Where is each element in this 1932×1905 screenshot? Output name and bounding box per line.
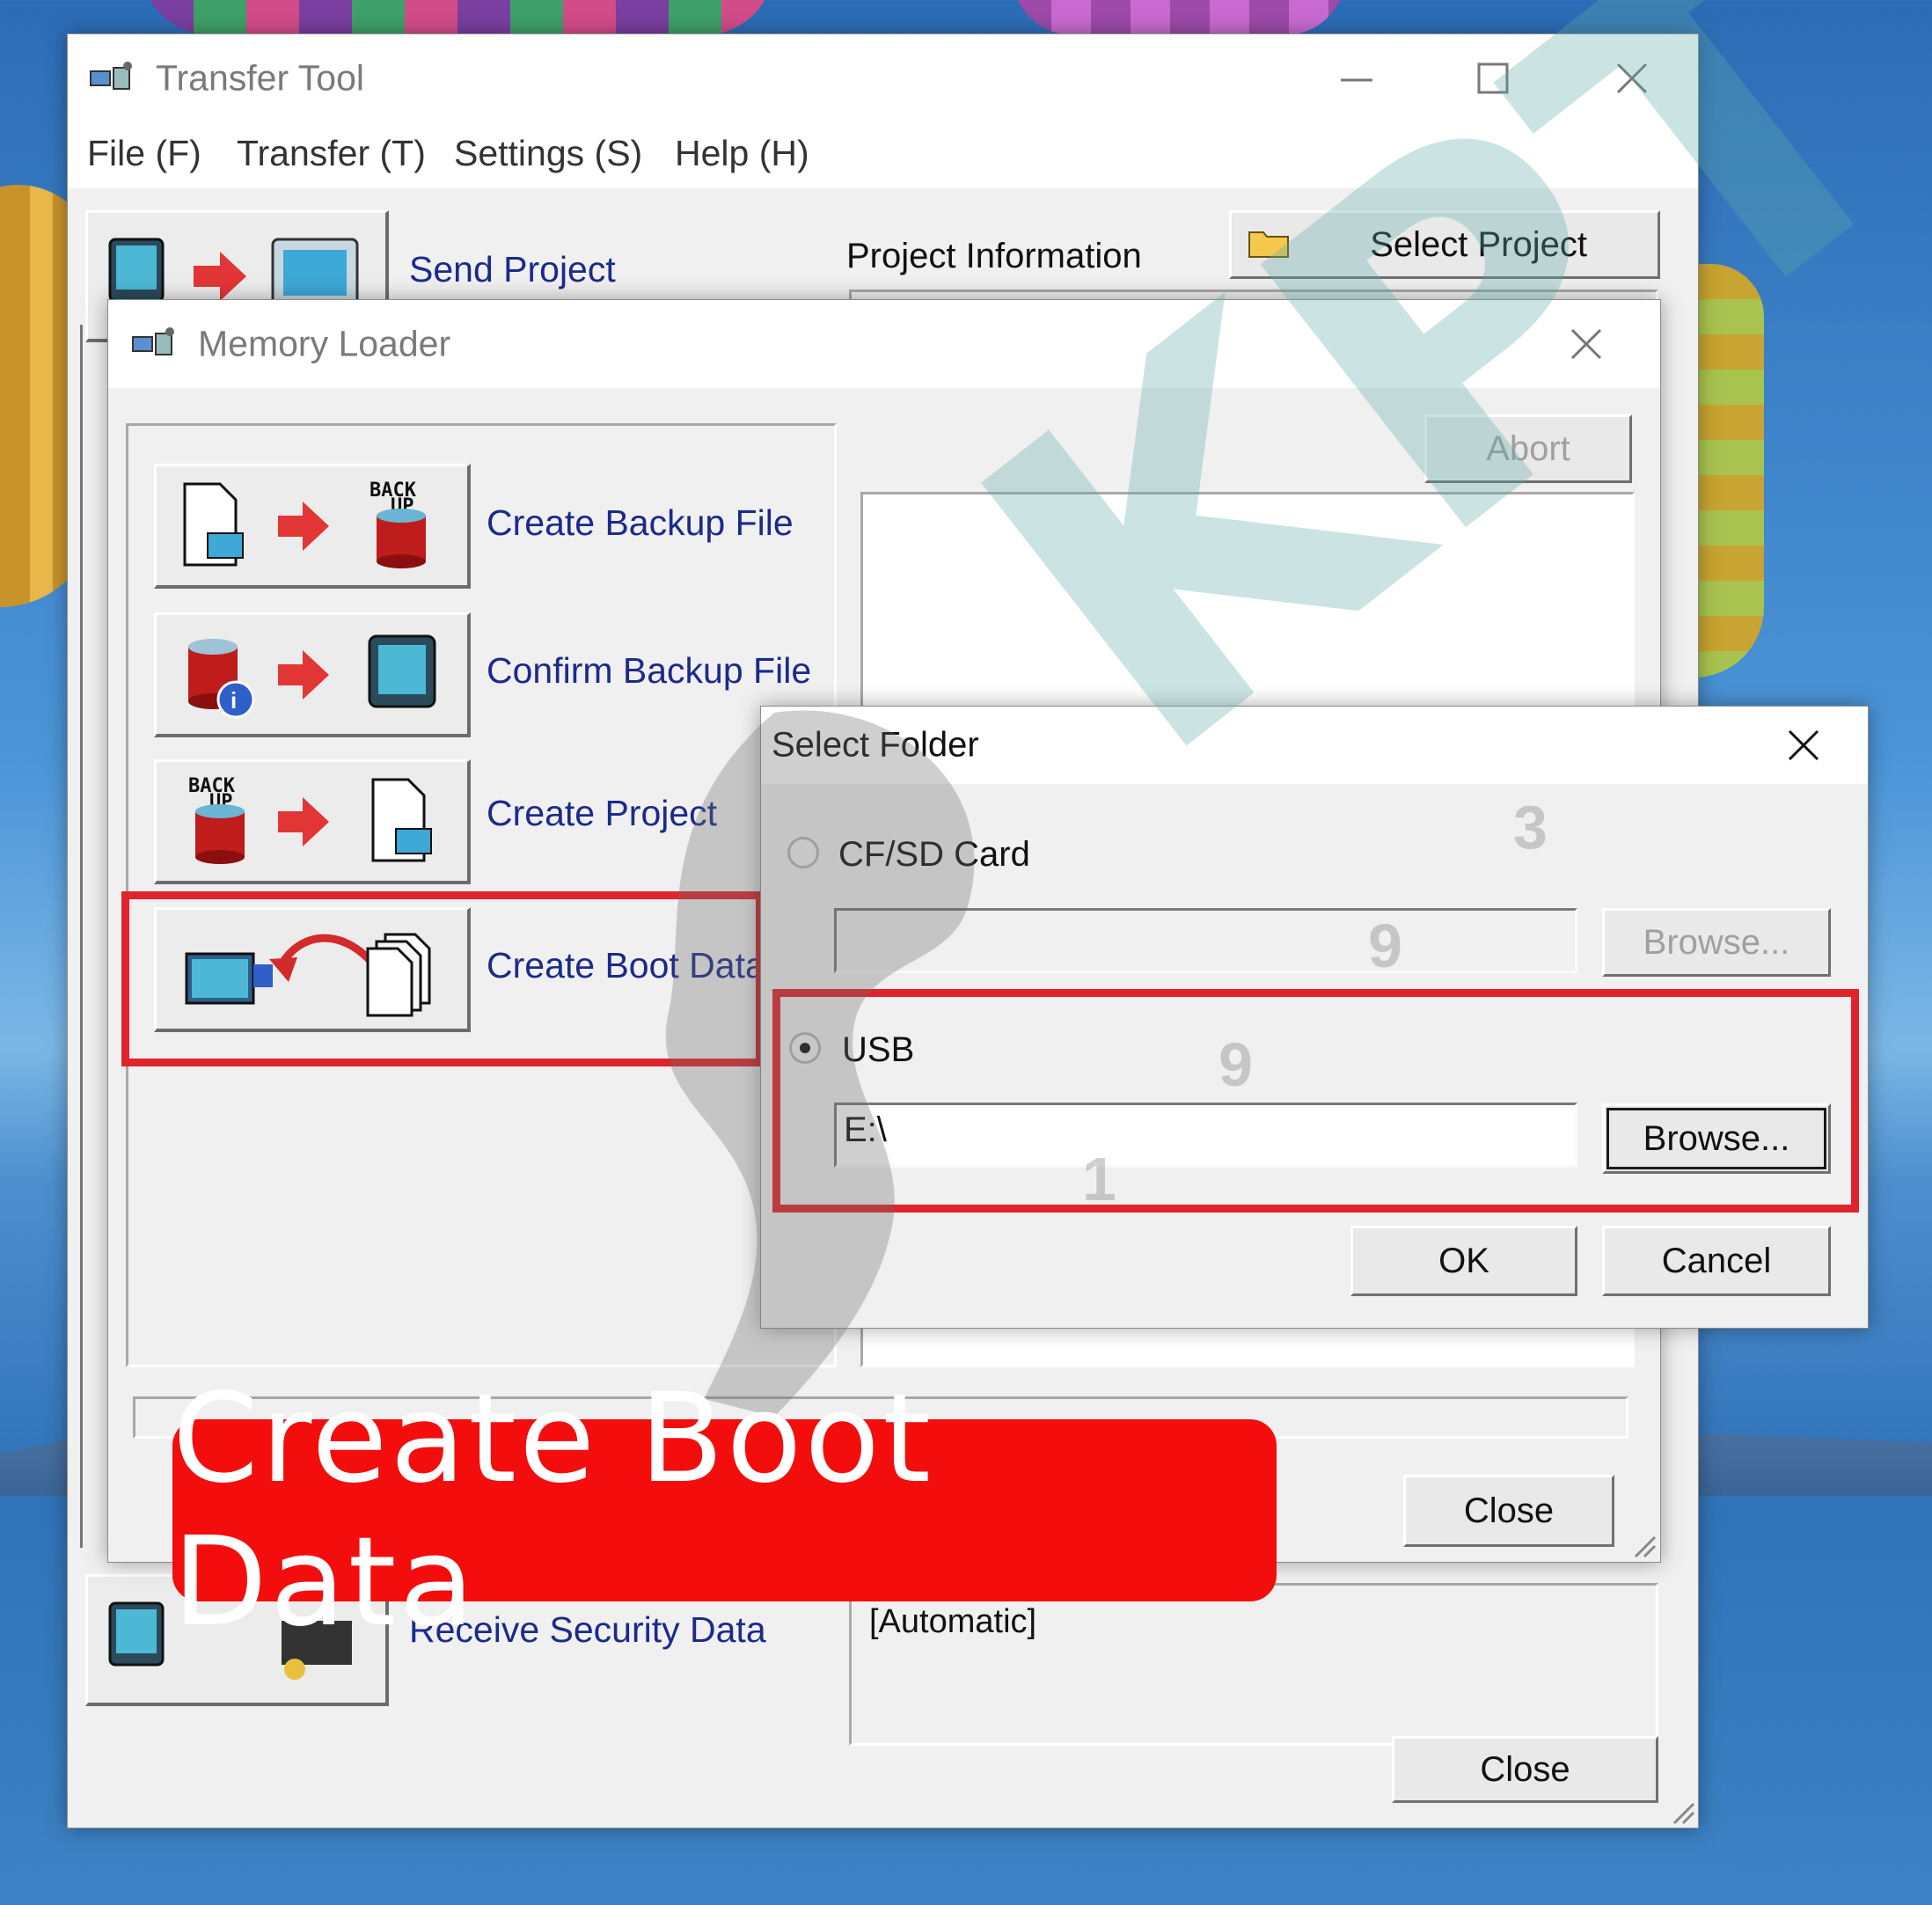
transfer-tool-close-button[interactable]: Close [1392,1736,1658,1803]
desktop-balloon-top [141,0,774,35]
cancel-button[interactable]: Cancel [1602,1226,1831,1296]
memory-loader-app-icon [132,327,174,355]
close-icon [1788,729,1819,761]
resize-grip-icon[interactable] [1630,1532,1657,1558]
desktop-balloon-top-right [1012,0,1346,35]
watermark-digit: 1 [1082,1145,1116,1213]
cf-sd-browse-button[interactable]: Browse... [1602,908,1831,977]
menu-settings[interactable]: Settings (S) [454,133,642,174]
create-backup-file-button[interactable]: BACK UP [154,464,471,589]
watermark-digit: 9 [1368,912,1402,980]
hidden-tiles-edge [80,325,98,1548]
send-project-label[interactable]: Send Project [409,249,616,290]
create-backup-icon: BACK UP [183,480,426,568]
menu-file[interactable]: File (F) [87,133,201,174]
cancel-label: Cancel [1661,1241,1772,1280]
select-folder-close-x-button[interactable] [1755,707,1852,784]
memory-loader-close-button[interactable]: Close [1403,1475,1614,1547]
ok-button[interactable]: OK [1350,1226,1577,1296]
transfer-tool-app-icon [90,62,132,90]
create-project-button[interactable]: BACK UP [154,759,471,884]
watermark-logo-icon [665,710,975,1417]
resize-grip-icon[interactable] [1669,1799,1695,1825]
memory-loader-close-label: Close [1463,1491,1555,1530]
create-backup-file-label[interactable]: Create Backup File [487,502,794,544]
watermark-digit: 9 [1218,1030,1253,1099]
transfer-tool-close-label: Close [1480,1749,1570,1789]
confirm-backup-file-button[interactable]: i [154,612,471,737]
confirm-backup-icon: i [188,634,436,719]
ok-label: OK [1438,1241,1489,1280]
watermark-digit: 3 [1513,793,1548,861]
menu-transfer[interactable]: Transfer (T) [237,133,426,174]
create-boot-data-banner: Create Boot Data [172,1367,1277,1654]
create-project-icon: BACK UP [188,775,432,864]
transfer-tool-title: Transfer Tool [156,57,364,99]
memory-loader-title: Memory Loader [198,323,451,364]
banner-text: Create Boot Data [172,1366,933,1654]
project-information-label: Project Information [846,237,1142,275]
menu-help[interactable]: Help (H) [675,133,809,174]
cf-sd-browse-label: Browse... [1643,922,1790,962]
svg-text:i: i [231,687,237,714]
